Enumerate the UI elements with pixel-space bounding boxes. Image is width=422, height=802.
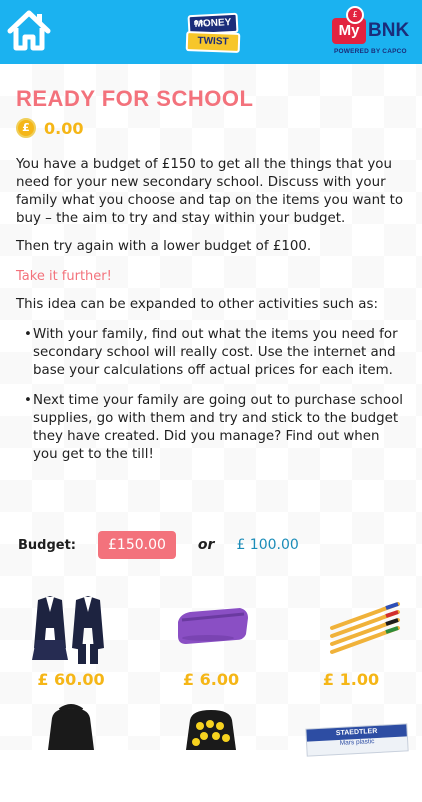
budget-150-button[interactable]: £150.00: [98, 531, 176, 559]
mybnk-coin-icon: £: [346, 6, 364, 24]
activity-list: With your family, find out what the item…: [16, 326, 408, 464]
backpack-black-image: [48, 704, 94, 750]
home-icon: [7, 10, 51, 51]
money-twist-logo: MRL MONEY TWIST: [182, 6, 241, 54]
pencil-case-image: [178, 608, 248, 644]
mybnk-logo: My £ BNK POWERED BY CAPCO: [332, 6, 412, 60]
pencil-case-price: £ 6.00: [182, 670, 240, 689]
list-item: Next time your family are going out to p…: [24, 392, 408, 464]
eraser-item[interactable]: STAEDTLER Mars plastic: [300, 712, 409, 802]
pens-item[interactable]: [296, 588, 406, 678]
take-further-heading: Take it further!: [16, 269, 112, 284]
eraser-sleeve: STAEDTLER Mars plastic: [305, 723, 409, 757]
budget-label: Budget:: [18, 537, 77, 553]
score-value: 0.00: [44, 118, 84, 138]
backpack-emoji-image: [186, 710, 236, 750]
backpack-black-item[interactable]: [16, 702, 126, 792]
score-row: £ 0.00: [16, 118, 408, 138]
uniform-price: £ 60.00: [37, 670, 105, 689]
coin-icon: £: [16, 118, 36, 138]
uniform-item[interactable]: [16, 588, 126, 678]
pens-price: £ 1.00: [322, 670, 380, 689]
activity-content: READY FOR SCHOOL £ 0.00 You have a budge…: [16, 86, 408, 476]
mybnk-powered-by: POWERED BY CAPCO: [334, 48, 407, 55]
expand-text: This idea can be expanded to other activ…: [16, 297, 378, 312]
top-bar: MRL MONEY TWIST My £ BNK POWERED BY CAPC…: [0, 0, 422, 64]
home-button[interactable]: [6, 8, 52, 54]
money-twist-bottom: TWIST: [185, 31, 241, 53]
pencil-case-item[interactable]: [156, 588, 266, 678]
budget-or-label: or: [197, 537, 215, 553]
budget-row: Budget: £150.00 or £ 100.00: [18, 530, 299, 560]
mybnk-bnk: BNK: [368, 20, 410, 41]
retry-text: Then try again with a lower budget of £1…: [16, 239, 312, 254]
pens-image: [330, 602, 400, 654]
list-item: With your family, find out what the item…: [24, 326, 408, 380]
backpack-emoji-item[interactable]: [156, 702, 266, 792]
page-title: READY FOR SCHOOL: [16, 86, 254, 111]
budget-100-button[interactable]: £ 100.00: [236, 537, 298, 553]
intro-text: You have a budget of £150 to get all the…: [16, 157, 404, 226]
uniform-image: [32, 596, 104, 664]
